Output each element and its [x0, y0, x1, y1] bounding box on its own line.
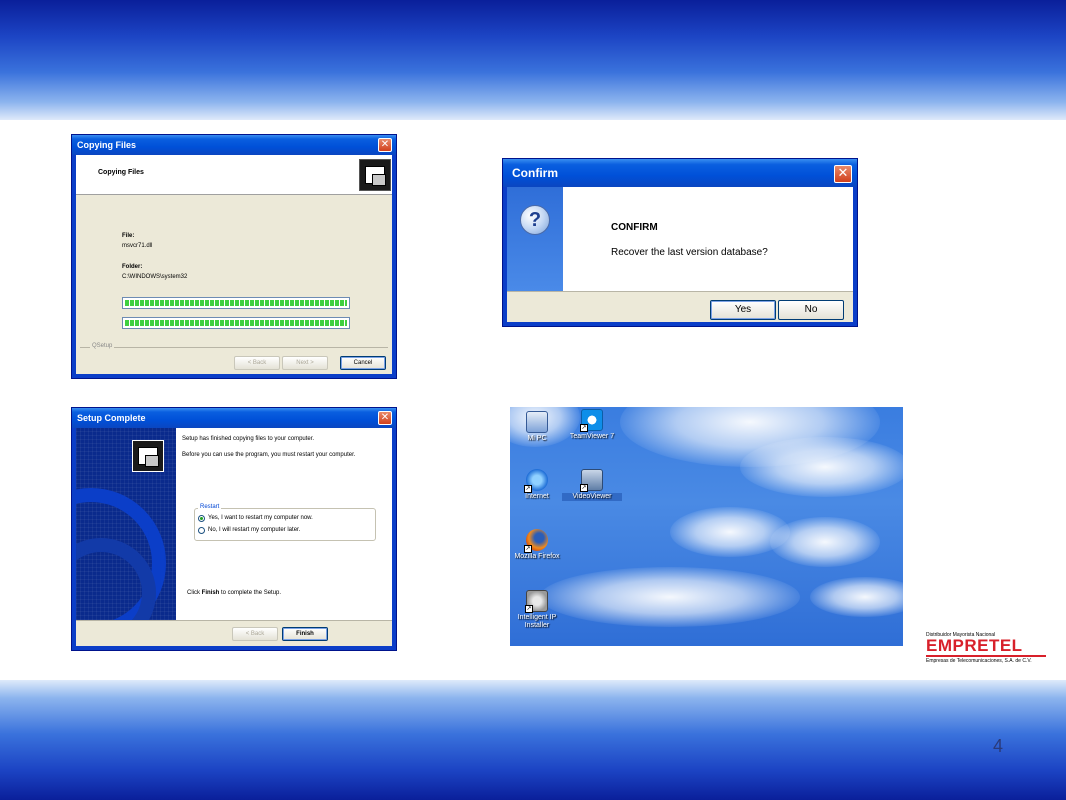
empretel-logo: Distribuidor Mayorista Nacional EMPRETEL…	[926, 632, 1048, 668]
no-button[interactable]: No	[778, 300, 844, 320]
restart-groupbox	[194, 508, 376, 541]
firefox-icon: ↗	[524, 529, 548, 553]
internet-explorer-icon: ↗	[524, 469, 548, 493]
copying-files-window: Copying Files ✕ Copying Files File: msvc…	[71, 134, 397, 379]
folder-value: C:\WINDOWS\system32	[122, 274, 188, 280]
file-progress-fill	[125, 300, 347, 306]
ip-installer-icon: ↗	[525, 590, 548, 613]
header-title: Copying Files	[98, 169, 144, 176]
total-progress-fill	[125, 320, 347, 326]
computer-icon	[526, 411, 548, 433]
close-icon[interactable]: ✕	[378, 138, 392, 152]
desktop-icon-mi-pc[interactable]: Mi PC	[510, 411, 567, 443]
setup-complete-window: Setup Complete ✕ Setup has finished copy…	[71, 407, 397, 651]
logo-underline	[926, 655, 1046, 657]
logo-name: EMPRETEL	[926, 636, 1023, 655]
logo-subtitle: Empresas de Telecomunicaciones, S.A. de …	[926, 658, 1032, 664]
wizard-button-bar: < Back Finish	[76, 620, 392, 646]
window-title: Copying Files	[72, 135, 396, 155]
wizard-side-banner	[76, 428, 176, 620]
wizard-content: Setup has finished copying files to your…	[176, 428, 392, 620]
footer-brand-label: QSetup	[90, 343, 115, 349]
file-label: File:	[122, 233, 135, 239]
close-icon[interactable]: ✕	[378, 411, 392, 425]
dialog-content: CONFIRM Recover the last version databas…	[563, 187, 853, 291]
total-progress-bar	[122, 317, 350, 329]
cancel-button[interactable]: Cancel	[340, 356, 386, 370]
finish-instruction: Click Finish to complete the Setup.	[187, 590, 282, 596]
finish-button[interactable]: Finish	[282, 627, 328, 641]
next-button[interactable]: Next >	[282, 356, 328, 370]
footer-divider	[80, 347, 388, 348]
dialog-sidebar: ?	[507, 187, 563, 291]
desktop-icon-teamviewer[interactable]: ↗ TeamViewer 7	[562, 409, 622, 441]
videoviewer-icon: ↗	[580, 469, 603, 492]
yes-button[interactable]: Yes	[710, 300, 776, 320]
desktop-icon-firefox[interactable]: ↗ Mozilla Firefox	[510, 529, 567, 561]
desktop-icon-internet[interactable]: ↗ Internet	[510, 469, 567, 501]
dialog-message: Recover the last version database?	[611, 247, 768, 258]
teamviewer-icon: ↗	[580, 409, 603, 432]
desktop-screenshot: Mi PC ↗ TeamViewer 7 ↗ Internet ↗ VideoV…	[510, 407, 903, 646]
window-title: Confirm	[503, 159, 857, 187]
slide: Copying Files ✕ Copying Files File: msvc…	[0, 0, 1066, 800]
desktop-icon-ip-installer[interactable]: ↗ Intelligent IP Installer	[510, 590, 567, 630]
question-icon: ?	[520, 205, 550, 235]
finish-line-1: Setup has finished copying files to your…	[182, 436, 315, 442]
dialog-button-bar: Yes No	[507, 291, 853, 322]
page-number: 4	[992, 736, 1003, 756]
confirm-dialog: Confirm ✕ ? CONFIRM Recover the last ver…	[502, 158, 858, 327]
wizard-header: Copying Files	[76, 155, 392, 195]
top-gradient-band	[0, 0, 1066, 120]
restart-group-label: Restart	[198, 504, 222, 510]
window-title: Setup Complete	[72, 408, 396, 428]
dialog-heading: CONFIRM	[611, 222, 658, 233]
restart-later-radio[interactable]	[198, 527, 205, 534]
close-icon[interactable]: ✕	[834, 165, 852, 183]
restart-now-label[interactable]: Yes, I want to restart my computer now.	[208, 515, 313, 521]
back-button[interactable]: < Back	[232, 627, 278, 641]
setup-computer-icon	[359, 159, 391, 191]
desktop-icon-videoviewer[interactable]: ↗ VideoViewer	[562, 469, 622, 501]
folder-label: Folder:	[122, 264, 143, 270]
back-button[interactable]: < Back	[234, 356, 280, 370]
file-value: msvcr71.dll	[122, 243, 153, 249]
restart-now-radio[interactable]	[198, 515, 205, 522]
finish-line-2: Before you can use the program, you must…	[182, 452, 356, 458]
file-progress-bar	[122, 297, 350, 309]
window-body: Copying Files File: msvcr71.dll Folder: …	[76, 155, 392, 374]
setup-computer-icon	[132, 440, 164, 472]
restart-later-label[interactable]: No, I will restart my computer later.	[208, 527, 300, 533]
bottom-gradient-band	[0, 680, 1066, 800]
